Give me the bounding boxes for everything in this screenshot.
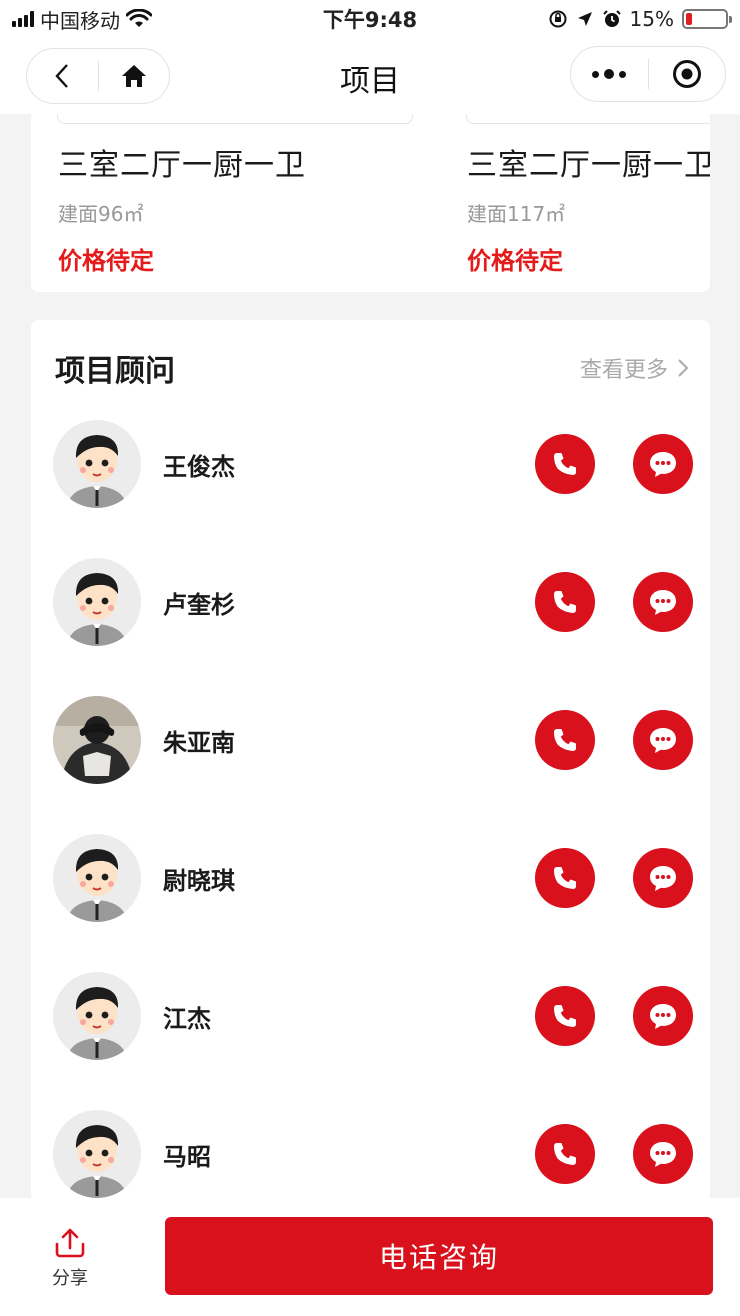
scroll-content[interactable]: 三室二厅一厨一卫 建面96㎡ 价格待定 三室二厅一厨一卫 建面117㎡ 价格待定… [0,114,740,1198]
call-advisor-button[interactable] [535,1124,595,1184]
phone-icon [550,1139,580,1169]
advisor-row: 王俊杰 [53,419,693,509]
call-advisor-button[interactable] [535,434,595,494]
advisor-name: 尉晓琪 [163,866,235,895]
call-advisor-button[interactable] [535,572,595,632]
status-left: 中国移动 [12,5,152,34]
status-time: 下午9:48 [322,8,418,32]
bottom-bar: 分享 电话咨询 [0,1198,740,1316]
floorplan-item[interactable]: 三室二厅一厨一卫 建面96㎡ 价格待定 [58,114,338,276]
view-more-link[interactable]: 查看更多 [580,352,688,384]
close-miniprogram-button[interactable] [649,47,726,101]
advisor-avatar[interactable] [53,696,141,784]
advisors-header: 项目顾问 查看更多 [55,346,688,390]
phone-icon [550,449,580,479]
view-more-label: 查看更多 [579,358,668,383]
phone-consult-button[interactable]: 电话咨询 [165,1217,713,1295]
carrier-label: 中国移动 [40,8,120,33]
advisor-name: 江杰 [163,1004,211,1033]
rotation-lock-icon [549,10,567,28]
chevron-right-icon [678,359,688,377]
battery-fill [686,13,692,25]
phone-icon [550,725,580,755]
chat-bubble-icon [647,1139,679,1169]
advisor-avatar[interactable] [53,420,141,508]
chat-bubble-icon [647,863,679,893]
chat-advisor-button[interactable] [633,986,693,1046]
chat-advisor-button[interactable] [633,710,693,770]
advisor-avatar[interactable] [53,972,141,1060]
floorplan-price: 价格待定 [58,247,154,275]
advisor-avatar[interactable] [53,1110,141,1198]
advisor-row: 江杰 [53,971,693,1061]
nav-right-capsule [570,46,726,102]
chat-bubble-icon [647,449,679,479]
call-advisor-button[interactable] [535,848,595,908]
signal-icon [12,11,34,27]
share-label: 分享 [52,1268,88,1289]
chat-advisor-button[interactable] [633,848,693,908]
floorplan-card: 三室二厅一厨一卫 建面96㎡ 价格待定 三室二厅一厨一卫 建面117㎡ 价格待定 [31,114,710,292]
status-right: 15% [548,7,732,31]
advisor-row: 朱亚南 [53,695,693,785]
advisor-avatar[interactable] [53,558,141,646]
target-icon [672,60,701,88]
chat-advisor-button[interactable] [633,1124,693,1184]
advisor-name: 朱亚南 [163,728,235,757]
advisor-row: 尉晓琪 [53,833,693,923]
floorplan-price: 价格待定 [467,247,563,275]
floorplan-item[interactable]: 三室二厅一厨一卫 建面117㎡ 价格待定 [467,114,710,276]
chat-bubble-icon [647,587,679,617]
advisor-row: 马昭 [53,1109,693,1198]
more-menu-button[interactable] [571,47,648,101]
floorplan-area: 建面96㎡ [58,202,144,226]
floorplan-name: 三室二厅一厨一卫 [467,148,710,183]
advisor-row: 卢奎杉 [53,557,693,647]
phone-icon [550,587,580,617]
chat-bubble-icon [647,725,679,755]
status-bar: 中国移动 下午9:48 15% [0,0,740,38]
advisor-name: 马昭 [163,1142,211,1171]
wifi-icon [126,9,152,27]
advisors-card: 项目顾问 查看更多 王俊杰 卢奎杉 朱亚南 尉晓琪 江杰 马昭 [31,320,710,1198]
more-dots-icon [592,69,627,79]
advisors-title: 项目顾问 [55,354,175,389]
advisor-name: 卢奎杉 [163,590,235,619]
advisor-avatar[interactable] [53,834,141,922]
phone-icon [550,863,580,893]
floorplan-name: 三室二厅一厨一卫 [58,148,306,183]
chat-advisor-button[interactable] [633,434,693,494]
nav-bar: 项目 [0,38,740,114]
floorplan-area: 建面117㎡ [467,202,566,226]
advisor-name: 王俊杰 [163,452,235,481]
alarm-icon [602,10,621,27]
call-advisor-button[interactable] [535,986,595,1046]
chat-bubble-icon [647,1001,679,1031]
share-icon [55,1228,85,1258]
battery-percent: 15% [629,7,674,31]
share-button[interactable]: 分享 [30,1228,110,1290]
chat-advisor-button[interactable] [633,572,693,632]
battery-icon [682,9,732,29]
phone-icon [550,1001,580,1031]
location-icon [577,12,592,26]
call-advisor-button[interactable] [535,710,595,770]
